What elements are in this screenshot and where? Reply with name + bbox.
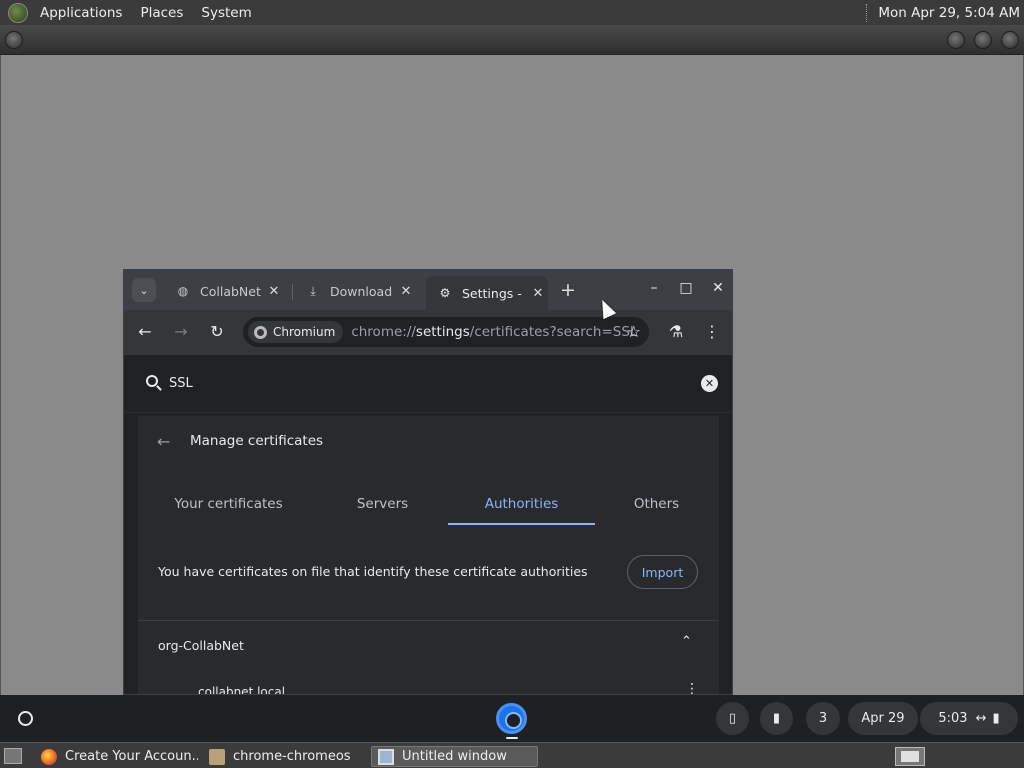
tab-strip: ⌄ ◍ CollabNet ✕ ⤓ Download ✕ ⚙ Settings … — [124, 270, 732, 310]
network-arrows-icon: ↔ — [975, 711, 987, 726]
tab-separator — [292, 284, 293, 300]
minimize-button[interactable] — [947, 31, 965, 49]
panel-separator — [866, 3, 868, 22]
taskbar-item-chrome-chromeos[interactable]: chrome-chromeos — [203, 746, 366, 767]
close-icon[interactable]: ✕ — [264, 284, 284, 299]
chromium-logo-icon — [254, 325, 267, 339]
divider — [138, 620, 719, 621]
forward-arrow-icon[interactable]: → — [171, 322, 191, 341]
window-menu-button[interactable] — [5, 31, 23, 49]
back-arrow-icon[interactable]: ← — [157, 432, 170, 451]
system-menu[interactable]: System — [195, 5, 257, 21]
certificate-item: collabnet.local — [198, 685, 286, 695]
labs-flask-icon[interactable]: ⚗ — [666, 322, 686, 341]
back-arrow-icon[interactable]: ← — [135, 322, 155, 341]
chevron-down-icon[interactable]: ⌄ — [132, 278, 156, 302]
tab-authorities[interactable]: Authorities — [453, 496, 590, 512]
chevron-up-icon[interactable]: ⌃ — [681, 634, 692, 649]
tab-others[interactable]: Others — [588, 496, 725, 512]
maximize-icon[interactable]: □ — [677, 280, 695, 296]
close-button[interactable] — [1001, 31, 1019, 49]
kebab-menu-icon[interactable]: ⋮ — [702, 322, 722, 341]
clear-search-icon[interactable]: ✕ — [701, 375, 718, 392]
gnome-top-panel: Applications Places System Mon Apr 29, 5… — [0, 0, 1024, 25]
url-host: settings — [415, 324, 470, 340]
settings-search-bar[interactable]: SSL ✕ — [124, 355, 732, 413]
address-bar[interactable]: Chromium chrome://settings/certificates?… — [243, 317, 649, 347]
notification-count-badge[interactable]: 3 — [806, 702, 840, 735]
panel-clock[interactable]: Mon Apr 29, 5:04 AM — [878, 5, 1020, 21]
org-group-label[interactable]: org-CollabNet — [158, 638, 244, 653]
shelf-time: 5:03 — [938, 711, 968, 726]
authorities-description: You have certificates on file that ident… — [158, 564, 588, 579]
status-tray[interactable]: 5:03 ↔ ▮ — [920, 702, 1018, 735]
applications-menu[interactable]: Applications — [34, 5, 128, 21]
running-indicator — [506, 737, 518, 739]
gnome-bottom-panel: Create Your Accoun... chrome-chromeos Un… — [0, 742, 1024, 768]
close-icon[interactable]: ✕ — [396, 284, 416, 299]
window-icon — [378, 748, 394, 765]
site-info-chip[interactable]: Chromium — [248, 321, 344, 343]
taskbar-item-untitled-window[interactable]: Untitled window — [371, 746, 538, 767]
chip-label: Chromium — [273, 325, 336, 339]
chromeos-shelf: ▯ ▮ 3 Apr 29 5:03 ↔ ▮ — [0, 695, 1024, 742]
download-icon: ⤓ — [310, 283, 316, 298]
import-button[interactable]: Import — [627, 555, 698, 589]
tab-collabnet[interactable]: ◍ CollabNet ✕ — [164, 276, 284, 306]
reload-icon[interactable]: ↻ — [207, 322, 227, 341]
url-text[interactable]: chrome://settings/certificates?search=SS… — [351, 324, 637, 340]
task-label: Untitled window — [402, 749, 507, 764]
bookmark-star-icon[interactable]: ☆ — [627, 322, 641, 341]
search-icon — [146, 375, 158, 387]
tab-download[interactable]: ⤓ Download ✕ — [294, 276, 416, 306]
close-icon[interactable]: ✕ — [528, 286, 548, 301]
tab-title: CollabNet — [200, 283, 261, 299]
firefox-icon — [41, 748, 57, 765]
chromium-shelf-icon[interactable] — [496, 703, 527, 734]
taskbar-item-firefox[interactable]: Create Your Accoun... — [35, 746, 198, 767]
url-scheme: chrome:// — [351, 324, 416, 340]
folder-icon — [209, 748, 225, 765]
new-tab-icon[interactable]: + — [560, 279, 576, 301]
minimize-icon[interactable]: – — [645, 280, 663, 296]
kebab-menu-icon[interactable]: ⋮ — [685, 681, 699, 694]
tab-servers[interactable]: Servers — [314, 496, 451, 512]
certificates-card: ← Manage certificates Your certificates … — [138, 416, 719, 695]
tab-title: Download — [330, 283, 393, 299]
shelf-date[interactable]: Apr 29 — [848, 702, 918, 735]
task-label: Create Your Accoun... — [65, 749, 198, 764]
gear-icon: ⚙ — [439, 286, 451, 300]
close-window-icon[interactable]: ✕ — [709, 280, 727, 296]
tab-your-certificates[interactable]: Your certificates — [160, 496, 297, 512]
phone-icon[interactable]: ▮ — [760, 702, 793, 735]
tab-title: Settings - — [462, 285, 522, 301]
chromium-window: ⌄ ◍ CollabNet ✕ ⤓ Download ✕ ⚙ Settings … — [123, 269, 733, 695]
gnome-foot-icon[interactable] — [8, 2, 28, 23]
page-title: Manage certificates — [190, 433, 324, 449]
task-label: chrome-chromeos — [233, 749, 351, 764]
active-tab-indicator — [448, 523, 595, 525]
tab-settings[interactable]: ⚙ Settings - ✕ — [426, 276, 548, 310]
file-icon[interactable]: ▯ — [716, 702, 749, 735]
battery-icon: ▮ — [992, 711, 1000, 726]
globe-icon: ◍ — [177, 284, 189, 298]
outer-window-titlebar[interactable] — [0, 25, 1024, 55]
maximize-button[interactable] — [974, 31, 992, 49]
show-desktop-icon[interactable] — [4, 748, 22, 764]
places-menu[interactable]: Places — [134, 5, 189, 21]
launcher-icon[interactable] — [18, 711, 33, 726]
workspace-switcher[interactable] — [895, 747, 925, 766]
url-path: /certificates?search=SSL — [469, 324, 638, 340]
settings-search-input[interactable]: SSL — [169, 376, 193, 391]
certificate-tabs: Your certificates Servers Authorities Ot… — [138, 484, 719, 528]
browser-toolbar: ← → ↻ Chromium chrome://settings/certifi… — [124, 310, 732, 355]
